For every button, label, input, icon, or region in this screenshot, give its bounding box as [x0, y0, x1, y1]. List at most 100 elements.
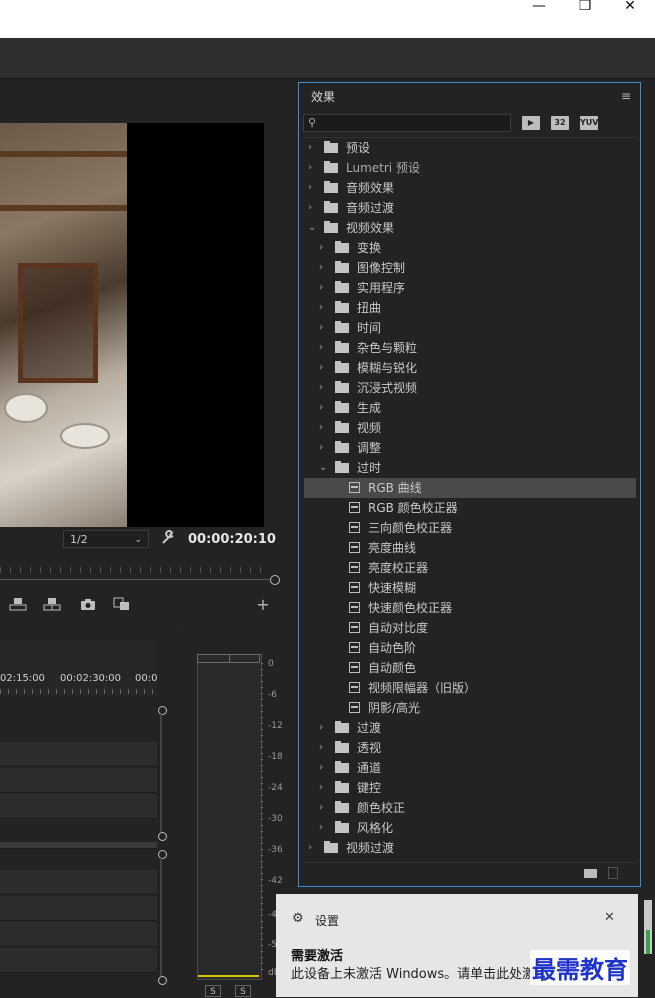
tree-folder[interactable]: › Lumetri 预设 — [304, 158, 636, 178]
camera-icon[interactable] — [78, 597, 98, 613]
tree-folder[interactable]: › 视频 — [304, 418, 636, 438]
panel-title[interactable]: 效果 — [311, 88, 335, 105]
chevron-right-icon[interactable]: › — [319, 358, 329, 378]
tree-folder[interactable]: › 颜色校正 — [304, 798, 636, 818]
tree-folder[interactable]: › 风格化 — [304, 818, 636, 838]
wrench-icon[interactable] — [160, 530, 178, 548]
tree-folder[interactable]: › 透视 — [304, 738, 636, 758]
minimize-icon[interactable]: — — [516, 0, 562, 14]
video-track[interactable] — [0, 794, 157, 819]
accelerated-effects-icon[interactable]: ▶ — [522, 116, 540, 130]
effect-item[interactable]: RGB 曲线 — [304, 478, 636, 498]
tree-folder[interactable]: › 生成 — [304, 398, 636, 418]
insert-icon[interactable] — [8, 597, 28, 613]
timeline-vscroll[interactable] — [160, 858, 162, 976]
effect-item[interactable]: 自动对比度 — [304, 618, 636, 638]
monitor-scrub-track[interactable] — [0, 579, 270, 580]
chevron-right-icon[interactable]: › — [319, 738, 329, 758]
tree-folder[interactable]: › 时间 — [304, 318, 636, 338]
chevron-right-icon[interactable]: › — [319, 398, 329, 418]
close-icon[interactable]: ✕ — [607, 0, 653, 14]
effect-item[interactable]: 亮度曲线 — [304, 538, 636, 558]
chevron-right-icon[interactable]: › — [308, 178, 318, 198]
chevron-right-icon[interactable]: › — [319, 298, 329, 318]
effect-item[interactable]: 自动颜色 — [304, 658, 636, 678]
chevron-down-icon[interactable]: ⌄ — [319, 458, 329, 478]
chevron-right-icon[interactable]: › — [319, 378, 329, 398]
chevron-right-icon[interactable]: › — [308, 158, 318, 178]
effect-item[interactable]: 亮度校正器 — [304, 558, 636, 578]
chevron-right-icon[interactable]: › — [319, 758, 329, 778]
zoom-select[interactable]: 1/2 ⌄ — [63, 530, 149, 548]
maximize-icon[interactable]: ❐ — [562, 0, 608, 14]
audio-track[interactable] — [0, 896, 157, 921]
chevron-right-icon[interactable]: › — [319, 338, 329, 358]
chevron-right-icon[interactable]: › — [319, 818, 329, 838]
tree-folder[interactable]: › 沉浸式视频 — [304, 378, 636, 398]
tree-folder[interactable]: › 调整 — [304, 438, 636, 458]
chevron-right-icon[interactable]: › — [319, 318, 329, 338]
solo-button-left[interactable]: S — [205, 985, 221, 997]
tree-folder[interactable]: › 键控 — [304, 778, 636, 798]
effect-item[interactable]: 快速模糊 — [304, 578, 636, 598]
tree-folder[interactable]: › 音频效果 — [304, 178, 636, 198]
effect-item[interactable]: RGB 颜色校正器 — [304, 498, 636, 518]
effect-item[interactable]: 快速颜色校正器 — [304, 598, 636, 618]
tree-folder[interactable]: › 音频过渡 — [304, 198, 636, 218]
tree-folder[interactable]: › 过渡 — [304, 718, 636, 738]
tree-folder[interactable]: › 通道 — [304, 758, 636, 778]
solo-button-right[interactable]: S — [235, 985, 251, 997]
track-divider[interactable] — [0, 842, 157, 849]
new-bin-folder-icon[interactable] — [584, 869, 597, 878]
scrub-end-handle[interactable] — [270, 575, 280, 585]
video-track[interactable] — [0, 768, 157, 793]
tree-folder[interactable]: ⌄ 过时 — [304, 458, 636, 478]
audio-track[interactable] — [0, 870, 157, 895]
chevron-right-icon[interactable]: › — [319, 418, 329, 438]
chevron-right-icon[interactable]: › — [319, 258, 329, 278]
chevron-right-icon[interactable]: › — [319, 438, 329, 458]
chevron-right-icon[interactable]: › — [319, 778, 329, 798]
tree-folder[interactable]: › 变换 — [304, 238, 636, 258]
effect-item[interactable]: 三向颜色校正器 — [304, 518, 636, 538]
timeline-scroll-handle[interactable] — [158, 832, 167, 841]
playhead-timecode[interactable]: 00:00:20:10 — [188, 532, 276, 547]
tree-folder[interactable]: › 视频过渡 — [304, 838, 636, 858]
tree-folder[interactable]: › 模糊与锐化 — [304, 358, 636, 378]
trash-icon[interactable] — [608, 867, 618, 879]
effect-item[interactable]: 自动色阶 — [304, 638, 636, 658]
notification-scroll-thumb[interactable] — [646, 930, 650, 954]
overwrite-icon[interactable] — [42, 597, 62, 613]
timeline-scroll-handle[interactable] — [158, 976, 167, 985]
add-button[interactable]: + — [253, 595, 273, 614]
chevron-right-icon[interactable]: › — [319, 718, 329, 738]
timeline-vscroll[interactable] — [160, 714, 162, 832]
video-track[interactable] — [0, 742, 157, 767]
tree-folder[interactable]: › 图像控制 — [304, 258, 636, 278]
audio-track[interactable] — [0, 948, 157, 973]
effect-item[interactable]: 视频限幅器（旧版） — [304, 678, 636, 698]
tree-folder[interactable]: › 实用程序 — [304, 278, 636, 298]
tree-folder[interactable]: ⌄ 视频效果 — [304, 218, 636, 238]
chevron-right-icon[interactable]: › — [308, 138, 318, 158]
timeline-ruler[interactable] — [0, 640, 157, 696]
chevron-right-icon[interactable]: › — [308, 198, 318, 218]
chevron-right-icon[interactable]: › — [319, 798, 329, 818]
32bit-effects-icon[interactable]: 32 — [551, 116, 569, 130]
video-frame[interactable] — [0, 123, 127, 527]
chevron-right-icon[interactable]: › — [319, 238, 329, 258]
tree-folder[interactable]: › 扭曲 — [304, 298, 636, 318]
chevron-down-icon[interactable]: ⌄ — [308, 218, 318, 238]
effect-item[interactable]: 阴影/高光 — [304, 698, 636, 718]
close-icon[interactable]: ✕ — [604, 910, 615, 925]
search-input[interactable] — [322, 115, 511, 133]
compare-icon[interactable] — [112, 597, 132, 613]
tree-folder[interactable]: › 预设 — [304, 138, 636, 158]
tree-folder[interactable]: › 杂色与颗粒 — [304, 338, 636, 358]
chevron-right-icon[interactable]: › — [308, 838, 318, 858]
panel-menu-icon[interactable]: ≡ — [621, 89, 631, 103]
chevron-right-icon[interactable]: › — [319, 278, 329, 298]
effects-search[interactable]: ⚲ — [303, 114, 511, 133]
audio-track[interactable] — [0, 922, 157, 947]
yuv-effects-icon[interactable]: YUV — [580, 116, 598, 130]
